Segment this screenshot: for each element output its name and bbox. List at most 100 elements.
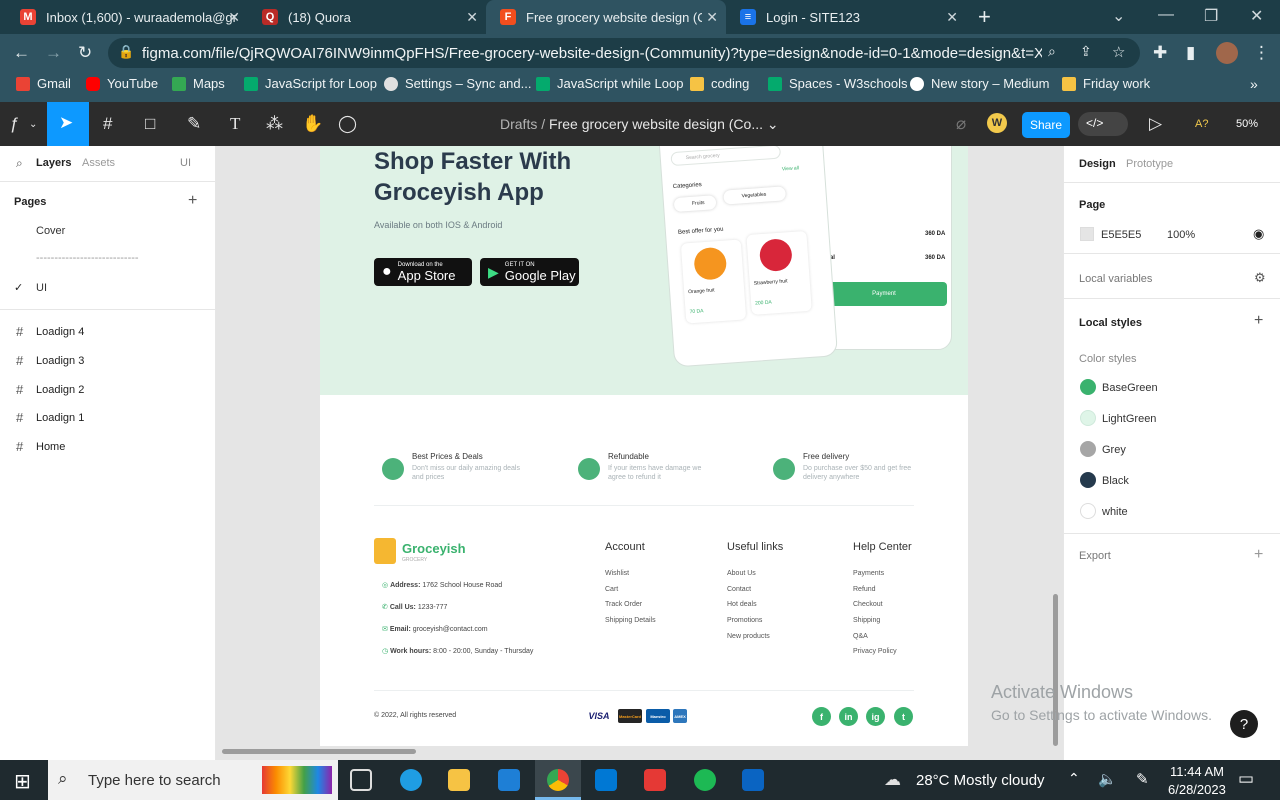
add-export-icon[interactable]: + [1254, 546, 1263, 564]
resources-icon[interactable]: ⁂ [266, 114, 283, 134]
more-bookmarks-icon[interactable]: » [1250, 76, 1258, 92]
bookmark-medium[interactable]: New story – Medium [910, 76, 1049, 91]
vertical-scrollbar[interactable] [1053, 594, 1058, 746]
forward-icon[interactable]: → [45, 43, 62, 63]
page-color-swatch[interactable] [1080, 227, 1094, 241]
windows-start-icon[interactable]: ⊞ [14, 769, 31, 794]
tab-figma[interactable]: F Free grocery website design (Cor ✕ [486, 0, 726, 34]
move-tool-button[interactable]: ➤ [47, 102, 89, 146]
present-icon[interactable]: ▷ [1149, 114, 1162, 134]
tab-search-icon[interactable]: ⌄ [1112, 6, 1125, 26]
chrome-icon[interactable] [547, 769, 569, 791]
avatar[interactable]: W [987, 113, 1007, 133]
close-icon[interactable]: ✕ [228, 9, 240, 26]
layer-loadign-3[interactable]: # Loadign 3 [16, 353, 84, 368]
bookmark-js-for-loop[interactable]: JavaScript for Loop [244, 76, 377, 91]
layer-loadign-2[interactable]: # Loadign 2 [16, 382, 84, 397]
store-icon[interactable] [595, 769, 617, 791]
chevron-up-icon[interactable]: ⌃ [1068, 770, 1080, 787]
rectangle-tool-icon[interactable]: □ [145, 114, 155, 134]
menu-icon[interactable]: ⋮ [1253, 43, 1270, 63]
tab-prototype[interactable]: Prototype [1126, 158, 1173, 170]
frame-tool-icon[interactable]: # [103, 114, 112, 134]
add-style-icon[interactable]: + [1254, 312, 1263, 330]
profile-avatar[interactable] [1216, 42, 1238, 64]
tab-gmail[interactable]: M Inbox (1,600) - wuraademola@gr ✕ [6, 0, 248, 34]
close-icon[interactable]: ✕ [706, 9, 718, 26]
add-page-icon[interactable]: + [188, 192, 197, 210]
zoom-level[interactable]: 50% [1236, 118, 1258, 130]
minimize-button[interactable]: — [1158, 6, 1174, 24]
horizontal-scrollbar[interactable] [222, 749, 416, 754]
page-divider[interactable]: ---------------------------- [36, 252, 139, 264]
tab-layers[interactable]: Layers [36, 157, 71, 169]
search-icon[interactable]: ⌕ [1048, 43, 1056, 60]
variables-settings-icon[interactable]: ⚙ [1254, 270, 1266, 286]
file-title[interactable]: Free grocery website design (Co... [549, 116, 763, 132]
hand-tool-icon[interactable]: ✋ [302, 114, 323, 134]
edge-icon[interactable] [400, 769, 422, 791]
local-variables-label[interactable]: Local variables [1079, 273, 1152, 285]
page-opacity-value[interactable]: 100% [1167, 229, 1195, 241]
reload-icon[interactable]: ↻ [78, 43, 92, 63]
bookmark-youtube[interactable]: YouTube [86, 76, 158, 91]
tab-quora[interactable]: Q (18) Quora ✕ [248, 0, 486, 34]
notification-icon[interactable]: ▭ [1238, 769, 1254, 789]
page-selector[interactable]: UI [180, 157, 191, 169]
layer-loadign-4[interactable]: # Loadign 4 [16, 324, 84, 339]
chevron-down-icon[interactable]: ⌄ [29, 119, 37, 130]
chevron-down-icon[interactable]: ⌄ [767, 116, 779, 132]
new-tab-button[interactable]: + [978, 6, 991, 28]
bookmark-coding[interactable]: coding [690, 76, 749, 91]
weather-text[interactable]: 28°C Mostly cloudy [916, 772, 1045, 789]
file-explorer-icon[interactable] [448, 769, 470, 791]
home-frame[interactable]: Shop Faster With Groceyish App Available… [320, 146, 968, 746]
pen-tool-icon[interactable]: ✎ [187, 114, 201, 134]
search-icon[interactable]: ⌕ [16, 156, 23, 171]
pen-icon[interactable]: ✎ [1136, 770, 1149, 788]
tab-design[interactable]: Design [1079, 158, 1116, 170]
close-icon[interactable]: ✕ [466, 9, 478, 26]
maximize-button[interactable]: ❐ [1204, 6, 1218, 26]
dev-mode-toggle[interactable]: </> [1078, 112, 1128, 136]
speaker-icon[interactable]: 🔈 [1098, 770, 1117, 788]
address-bar[interactable]: 🔒 figma.com/file/QjRQWOAI76INW9inmQpFHS/… [108, 38, 1140, 68]
bookmark-maps[interactable]: Maps [172, 76, 225, 91]
figma-menu-icon[interactable]: ƒ [10, 114, 19, 134]
bookmark-gmail[interactable]: Gmail [16, 76, 71, 91]
bookmark-star-icon[interactable]: ☆ [1112, 43, 1125, 61]
layer-home[interactable]: # Home [16, 439, 65, 454]
eye-icon[interactable]: ◉ [1253, 226, 1264, 242]
page-color-value[interactable]: E5E5E5 [1101, 229, 1141, 241]
comment-tool-icon[interactable]: ◯ [338, 114, 357, 134]
share-button[interactable]: Share [1022, 112, 1070, 138]
page-cover[interactable]: Cover [36, 225, 65, 237]
layer-loadign-1[interactable]: # Loadign 1 [16, 410, 84, 425]
back-icon[interactable]: ← [13, 43, 30, 63]
share-page-icon[interactable]: ⇪ [1080, 43, 1092, 60]
taskbar-search[interactable]: ⌕ Type here to search [48, 760, 338, 800]
window-close-button[interactable]: ✕ [1250, 6, 1263, 26]
bookmark-js-while-loop[interactable]: JavaScript while Loop [536, 76, 683, 91]
design-canvas[interactable]: Shop Faster With Groceyish App Available… [216, 146, 1063, 760]
bookmark-friday-work[interactable]: Friday work [1062, 76, 1150, 91]
url-text[interactable]: figma.com/file/QjRQWOAI76INW9inmQpFHS/Fr… [142, 45, 1042, 62]
breadcrumb-drafts[interactable]: Drafts [500, 116, 537, 132]
wps-icon[interactable] [644, 769, 666, 791]
side-panel-icon[interactable]: ▮ [1186, 43, 1195, 63]
spotify-icon[interactable] [694, 769, 716, 791]
outlook-icon[interactable] [742, 769, 764, 791]
mail-icon[interactable] [498, 769, 520, 791]
text-tool-icon[interactable]: T [230, 114, 240, 134]
ai-indicator[interactable]: A? [1195, 118, 1208, 130]
tab-assets[interactable]: Assets [82, 157, 115, 169]
extensions-icon[interactable]: ✚ [1153, 43, 1167, 63]
task-view-icon[interactable] [350, 769, 372, 791]
close-icon[interactable]: ✕ [946, 9, 958, 26]
tab-site123[interactable]: ≡ Login - SITE123 ✕ [726, 0, 966, 34]
bookmark-spaces-w3schools[interactable]: Spaces - W3schools [768, 76, 908, 91]
page-ui[interactable]: UI [36, 282, 47, 294]
bookmark-settings-sync[interactable]: Settings – Sync and... [384, 76, 531, 91]
clock-date[interactable]: 6/28/2023 [1168, 782, 1226, 797]
help-button[interactable]: ? [1230, 710, 1258, 738]
